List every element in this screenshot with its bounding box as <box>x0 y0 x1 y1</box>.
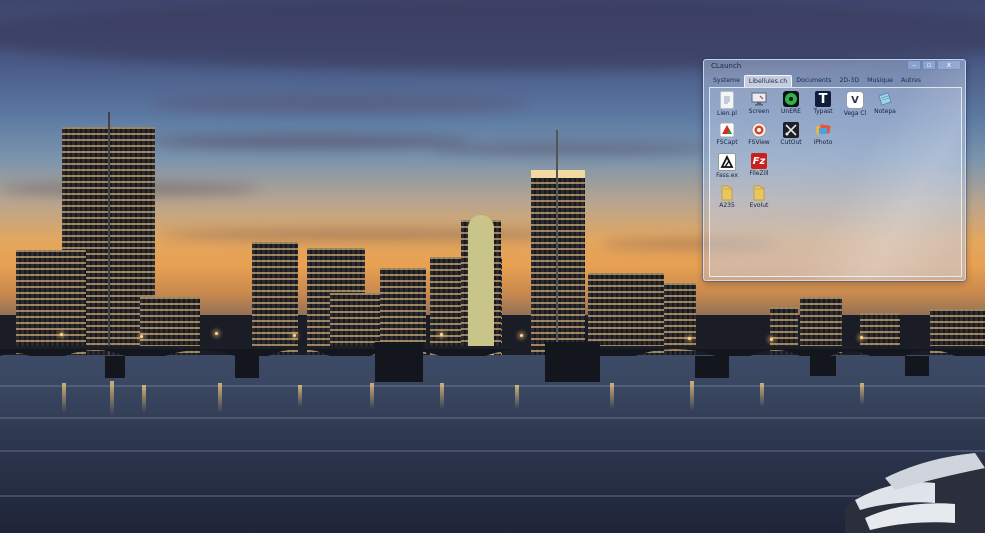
launcher-item-label: Vega Cl <box>843 110 867 117</box>
launcher-item-label: FSView <box>748 139 770 146</box>
screen-icon <box>751 91 767 107</box>
tab-2d-3d[interactable]: 2D-3D <box>835 75 863 87</box>
launcher-item-filezilla[interactable]: Fz FileZill <box>743 150 775 180</box>
minimize-button[interactable]: – <box>907 60 921 70</box>
launcher-item-evolut[interactable]: Evolut <box>743 182 775 212</box>
launcher-item-label: A235 <box>719 202 735 209</box>
launcher-item-vega[interactable]: V Vega Cl <box>839 88 871 118</box>
filezilla-icon: Fz <box>751 153 767 169</box>
launcher-item-lien[interactable]: Lien.pl <box>711 88 743 118</box>
window-controls: – ▫ x <box>906 60 961 70</box>
launcher-item-label: iPhoto <box>813 139 833 146</box>
launcher-item-fscapture[interactable]: FSCapt <box>711 119 743 149</box>
folder-icon <box>751 185 767 201</box>
cutout-icon <box>783 122 799 138</box>
launcher-item-unere[interactable]: UnERE <box>775 88 807 118</box>
launcher-item-fass[interactable]: Fass.ex <box>711 150 743 180</box>
launcher-item-fsviewer[interactable]: FSView <box>743 119 775 149</box>
close-button[interactable]: x <box>937 60 961 70</box>
title-bar[interactable]: CLaunch – ▫ x <box>704 60 965 72</box>
launcher-item-label: Lien.pl <box>717 110 737 117</box>
launcher-item-label: UnERE <box>781 108 801 115</box>
notepad-icon <box>877 91 893 107</box>
launcher-item-typast[interactable]: T Typast <box>807 88 839 118</box>
tab-autres[interactable]: Autres <box>897 75 925 87</box>
fscapture-icon <box>719 122 735 138</box>
iphoto-icon <box>815 122 831 138</box>
launcher-item-a235[interactable]: A235 <box>711 182 743 212</box>
launcher-item-iphoto[interactable]: iPhoto <box>807 119 839 149</box>
launcher-item-label: Notepa <box>874 108 896 115</box>
launcher-item-label: FileZill <box>749 170 769 177</box>
launcher-item-label: FSCapt <box>716 139 738 146</box>
fass-icon <box>718 153 736 171</box>
folder-icon <box>719 185 735 201</box>
tab-documents[interactable]: Documents <box>792 75 835 87</box>
launcher-item-label: Typast <box>813 108 833 115</box>
document-icon <box>720 91 734 109</box>
bridge <box>0 342 985 382</box>
harbor-dock <box>845 453 985 533</box>
window-title: CLaunch <box>711 62 742 70</box>
tab-libellules[interactable]: Libellules.ch <box>743 75 793 87</box>
tab-musique[interactable]: Musique <box>863 75 897 87</box>
green-disc-icon <box>783 91 799 107</box>
launcher-panel: Lien.pl Screen UnERE T Typast V Vega Cl <box>709 87 962 277</box>
restore-button[interactable]: ▫ <box>922 60 936 70</box>
launcher-item-cutout[interactable]: CutOut <box>775 119 807 149</box>
claunch-window[interactable]: CLaunch – ▫ x Systeme Libellules.ch Docu… <box>703 59 966 281</box>
launcher-item-label: Evolut <box>749 202 769 209</box>
typast-icon: T <box>815 91 831 107</box>
vega-icon: V <box>846 91 864 109</box>
fsviewer-icon <box>751 122 767 138</box>
launcher-item-label: Screen <box>748 108 770 115</box>
launcher-item-label: CutOut <box>780 139 802 146</box>
launcher-item-screen[interactable]: Screen <box>743 88 775 118</box>
tab-systeme[interactable]: Systeme <box>709 75 744 87</box>
launcher-item-notepad[interactable]: Notepa <box>869 88 901 118</box>
launcher-item-label: Fass.ex <box>716 172 738 179</box>
tab-bar: Systeme Libellules.ch Documents 2D-3D Mu… <box>709 75 960 87</box>
